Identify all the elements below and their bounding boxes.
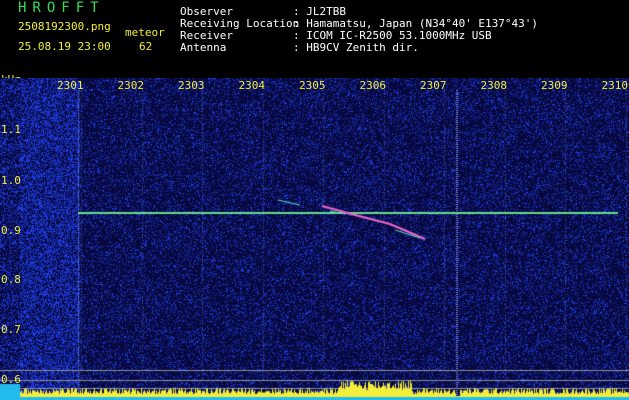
x-tick-label: 2302 [117,79,145,92]
mode-label: meteor [125,26,165,39]
field-value-antenna: : HB9CV Zenith dir. [293,41,419,54]
x-tick-label: 2303 [178,79,205,92]
x-tick-label: 2304 [238,79,266,92]
x-tick-label: 2306 [359,79,387,92]
x-tick-label: 2309 [541,79,568,92]
spectrogram-canvas[interactable] [0,78,629,400]
y-tick-label: 0.6 [1,373,21,386]
y-tick-label: 0.7 [1,323,21,336]
field-label-antenna: Antenna [180,41,227,54]
x-tick-label: 2308 [480,79,508,92]
y-tick-label: 0.8 [1,273,21,286]
y-tick-label: 0.9 [1,224,21,237]
timestamp-label: 25.08.19 23:00 [18,40,111,53]
app-title: HROFFT [18,0,105,16]
x-tick-label: 2305 [299,79,326,92]
x-tick-label: 2307 [420,79,447,92]
y-tick-label: 1.0 [1,174,21,187]
filename-label: 2508192300.png [18,20,111,33]
header-panel: HROFFT 2508192300.png 25.08.19 23:00 met… [0,0,629,86]
y-tick-label: 1.1 [1,123,21,136]
count-label: 62 [139,40,153,53]
x-tick-label: 2301 [57,79,84,92]
x-tick-label: 2310 [601,79,629,92]
